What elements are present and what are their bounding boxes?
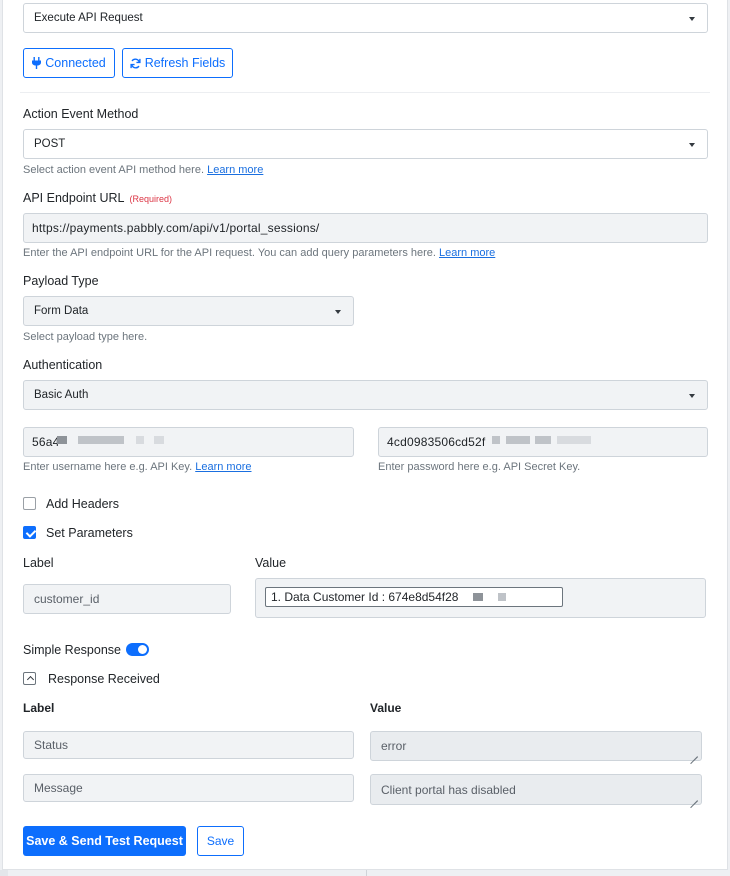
response-message-label-text: Message — [34, 781, 83, 795]
endpoint-help-text: Enter the API endpoint URL for the API r… — [23, 247, 436, 259]
username-input[interactable]: 56a4 — [23, 427, 354, 457]
parameters-label-header: Label — [23, 556, 54, 570]
authentication-selected: Basic Auth — [34, 389, 89, 401]
payload-label: Payload Type — [23, 274, 99, 288]
authentication-select[interactable]: Basic Auth — [23, 380, 708, 410]
set-parameters-checkbox[interactable] — [23, 526, 36, 539]
chevron-up-icon[interactable] — [23, 672, 36, 685]
redaction-mask — [557, 436, 591, 444]
response-message-value-text: Client portal has disabled — [381, 782, 516, 797]
redaction-mask — [154, 436, 164, 444]
save-button[interactable]: Save — [197, 826, 244, 856]
response-status-value[interactable]: error — [370, 731, 702, 761]
refresh-fields-label: Refresh Fields — [144, 56, 226, 70]
payload-type-select[interactable]: Form Data — [23, 296, 354, 326]
parameter-value-text: 1. Data Customer Id : 674e8d54f28 — [271, 590, 459, 604]
mapped-field-tag[interactable]: 1. Data Customer Id : 674e8d54f28 — [265, 587, 563, 607]
chevron-down-icon — [689, 143, 695, 147]
add-headers-label: Add Headers — [46, 497, 119, 511]
save-send-test-label: Save & Send Test Request — [26, 834, 183, 848]
connected-button[interactable]: Connected — [23, 48, 115, 78]
password-help: Enter password here e.g. API Secret Key. — [378, 461, 581, 473]
redaction-mask — [136, 436, 144, 444]
redaction-mask — [473, 593, 483, 601]
method-select[interactable]: POST — [23, 129, 708, 159]
method-help: Select action event API method here. Lea… — [23, 164, 263, 176]
username-help: Enter username here e.g. API Key. Learn … — [23, 461, 252, 473]
chevron-down-icon — [689, 17, 695, 21]
required-badge: (Required) — [129, 194, 172, 204]
method-help-text: Select action event API method here. — [23, 164, 205, 176]
redaction-mask — [498, 593, 506, 601]
response-label-header: Label — [23, 701, 55, 715]
response-received-label: Response Received — [48, 672, 160, 686]
action-event-selected: Execute API Request — [34, 12, 143, 24]
chevron-down-icon — [689, 394, 695, 398]
authentication-label: Authentication — [23, 358, 103, 372]
section-divider — [20, 92, 710, 93]
action-event-select[interactable]: Execute API Request — [23, 3, 708, 33]
username-value: 56a4 — [32, 435, 60, 449]
redaction-mask — [78, 436, 124, 444]
save-label: Save — [206, 834, 235, 848]
refresh-fields-button[interactable]: Refresh Fields — [122, 48, 233, 78]
endpoint-help: Enter the API endpoint URL for the API r… — [23, 247, 495, 259]
redaction-mask — [535, 436, 551, 444]
response-message-value[interactable]: Client portal has disabled — [370, 774, 702, 805]
plug-icon — [32, 57, 42, 69]
endpoint-label: API Endpoint URL (Required) — [23, 191, 172, 205]
simple-response-toggle[interactable] — [126, 643, 149, 656]
payload-help: Select payload type here. — [23, 331, 148, 343]
method-label: Action Event Method — [23, 107, 139, 121]
endpoint-url-value: https://payments.pabbly.com/api/v1/porta… — [32, 221, 320, 235]
password-value: 4cd0983506cd52f — [387, 435, 486, 449]
username-help-text: Enter username here e.g. API Key. — [23, 461, 193, 473]
simple-response-label: Simple Response — [23, 643, 121, 657]
endpoint-url-input[interactable]: https://payments.pabbly.com/api/v1/porta… — [23, 213, 708, 243]
endpoint-label-text: API Endpoint URL — [23, 191, 124, 205]
redaction-mask — [492, 436, 500, 444]
method-selected: POST — [34, 138, 66, 150]
add-headers-checkbox[interactable] — [23, 497, 36, 510]
payload-selected: Form Data — [34, 305, 89, 317]
username-learn-more-link[interactable]: Learn more — [195, 461, 251, 473]
connected-label: Connected — [45, 56, 106, 70]
set-parameters-label: Set Parameters — [46, 526, 133, 540]
resize-handle-icon[interactable] — [690, 749, 698, 757]
chevron-down-icon — [335, 310, 341, 314]
endpoint-learn-more-link[interactable]: Learn more — [439, 247, 495, 259]
response-status-label-text: Status — [34, 738, 69, 752]
resize-handle-icon[interactable] — [690, 793, 698, 801]
response-value-header: Value — [370, 701, 402, 715]
redaction-mask — [506, 436, 530, 444]
method-learn-more-link[interactable]: Learn more — [207, 164, 263, 176]
parameter-label-value: customer_id — [34, 592, 100, 606]
bottom-strip — [0, 870, 730, 876]
refresh-icon — [130, 58, 141, 68]
parameter-label-input[interactable]: customer_id — [23, 584, 231, 614]
redaction-mask — [57, 436, 67, 444]
response-status-label: Status — [23, 731, 354, 759]
response-message-label: Message — [23, 774, 354, 802]
save-send-test-request-button[interactable]: Save & Send Test Request — [23, 826, 186, 856]
response-status-value-text: error — [381, 739, 407, 753]
parameters-value-header: Value — [255, 556, 287, 570]
